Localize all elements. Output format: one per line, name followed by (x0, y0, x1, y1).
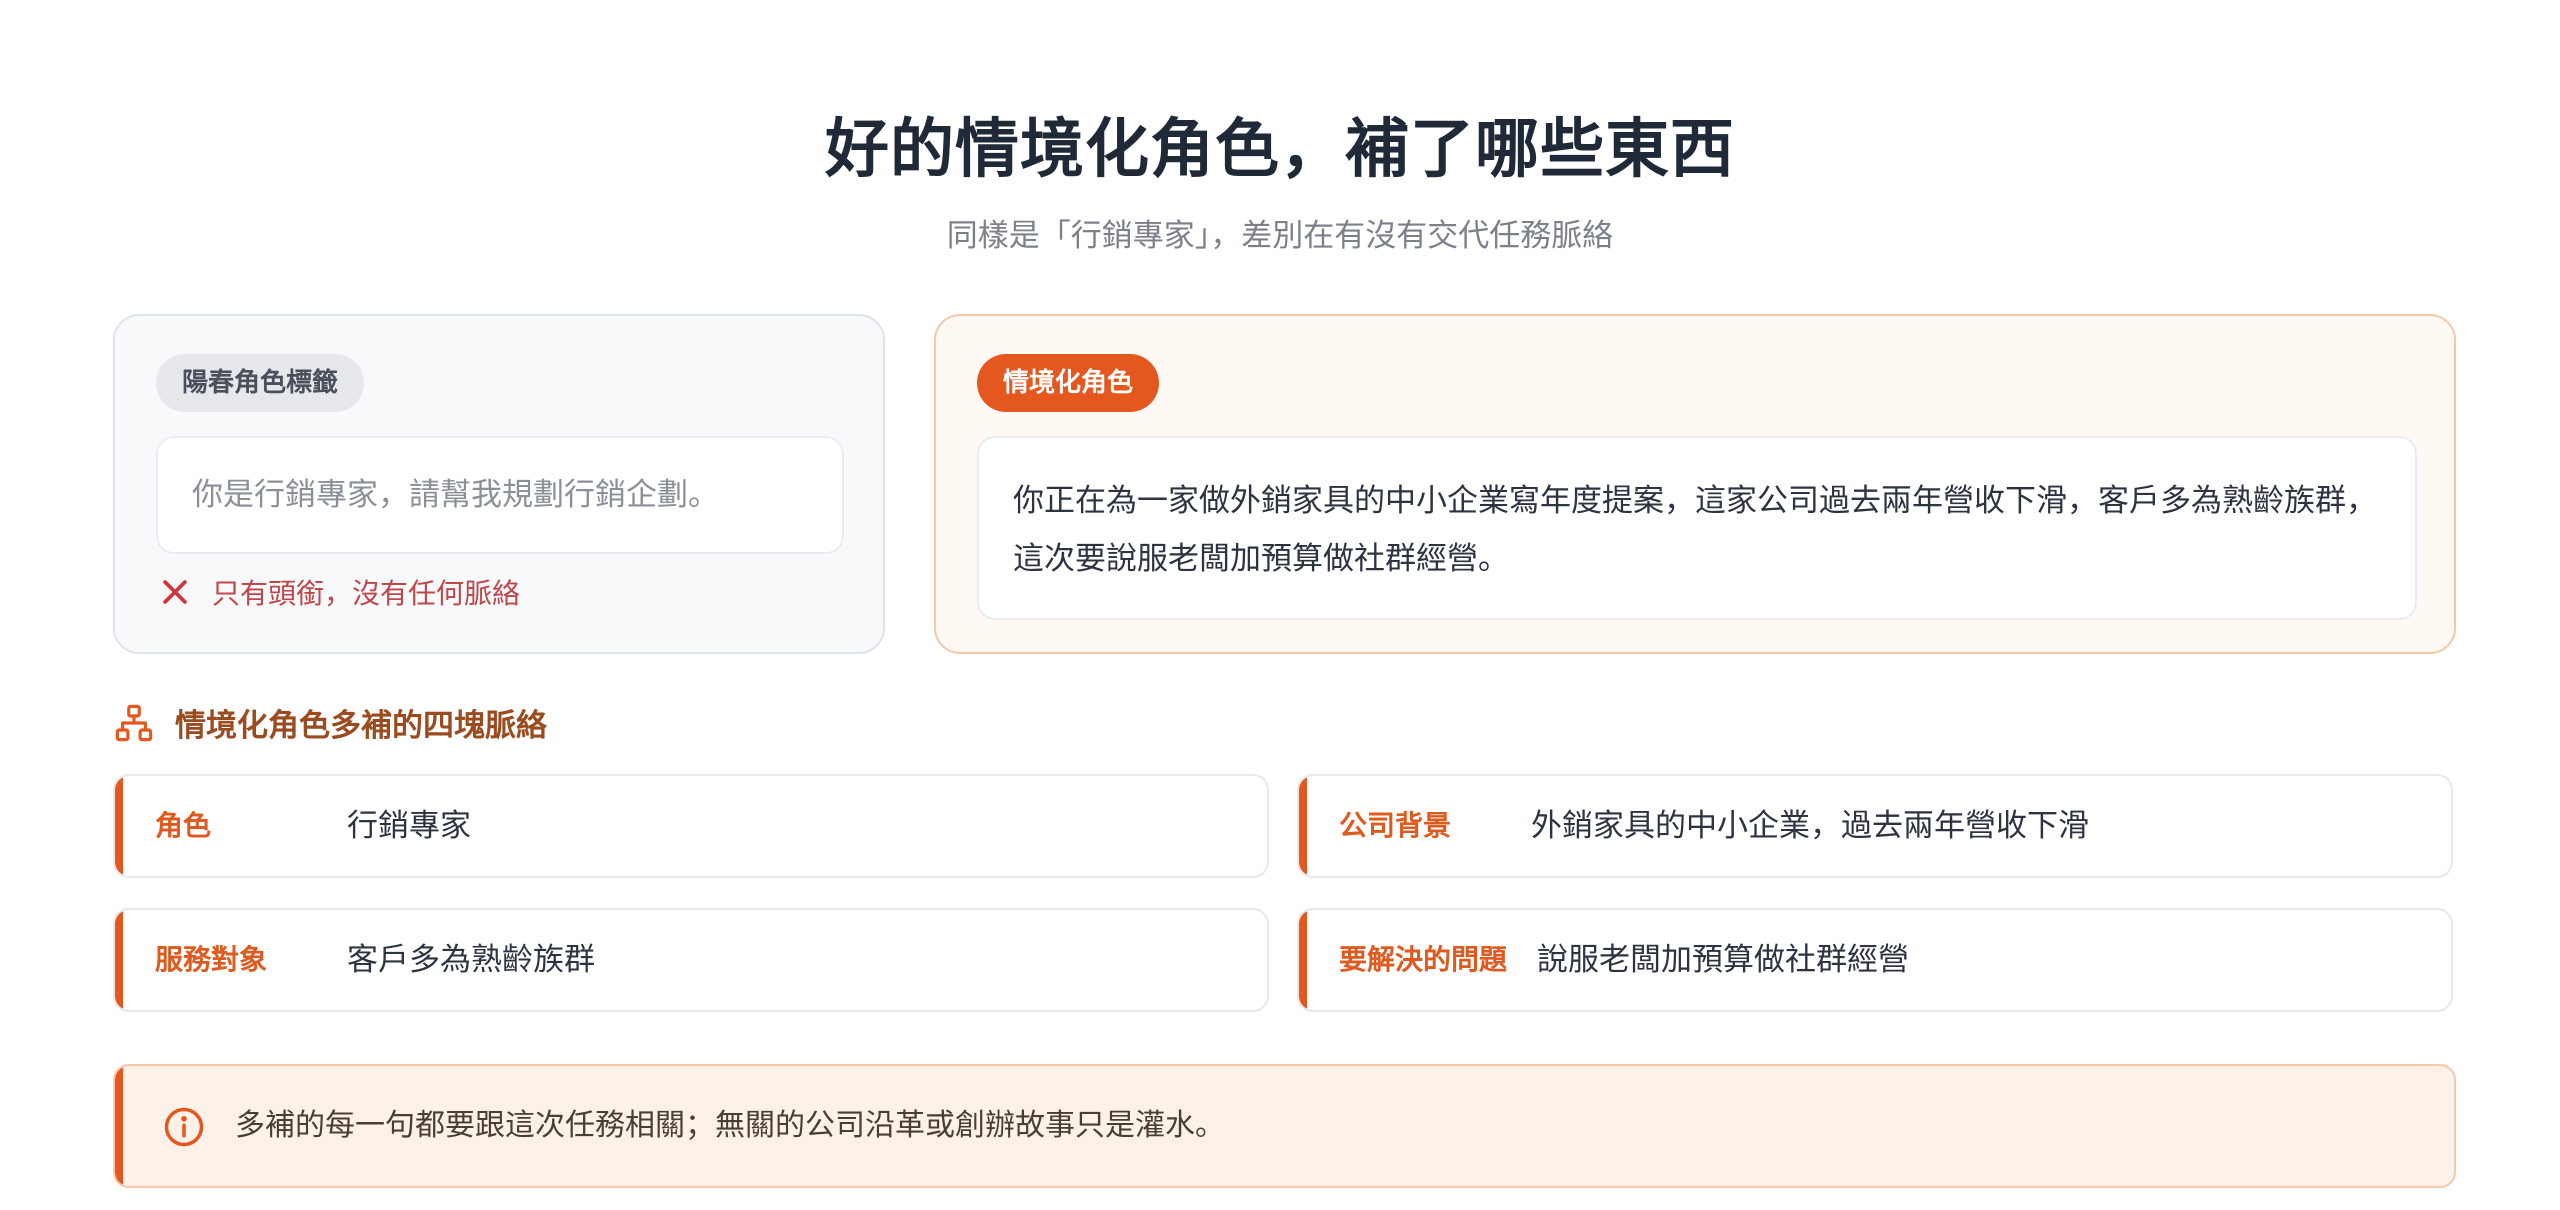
info-banner: 多補的每一句都要跟這次任務相關；無關的公司沿革或創辦故事只是灌水。 (113, 1064, 2456, 1188)
close-icon (163, 580, 187, 604)
plain-role-note-text: 只有頭銜，沒有任何脈絡 (212, 577, 521, 610)
page-subtitle: 同樣是「行銷專家」，差別在有沒有交代任務脈絡 (946, 218, 1614, 254)
context-item-label: 服務對象 (155, 943, 268, 976)
context-item-company-background: 公司背景 外銷家具的中小企業，過去兩年營收下滑 (1297, 774, 2453, 878)
section-heading-text: 情境化角色多補的四塊脈絡 (175, 708, 547, 744)
hierarchy-icon (115, 704, 153, 741)
section-heading: 情境化角色多補的四塊脈絡 (113, 700, 547, 745)
plain-role-card: 陽春角色標籤 你是行銷專家，請幫我規劃行銷企劃。 只有頭銜，沒有任何脈絡 (113, 314, 885, 654)
context-item-label: 要解決的問題 (1339, 943, 1508, 976)
page-title: 好的情境化角色，補了哪些東西 (825, 113, 1735, 187)
context-item-value: 行銷專家 (347, 808, 471, 844)
context-item-label: 角色 (155, 809, 212, 842)
plain-role-badge: 陽春角色標籤 (156, 354, 365, 412)
contextual-role-badge: 情境化角色 (977, 354, 1160, 412)
context-item-value: 說服老闆加預算做社群經營 (1537, 942, 1909, 978)
context-item-audience: 服務對象 客戶多為熟齡族群 (113, 908, 1269, 1012)
info-icon (164, 1107, 204, 1147)
plain-role-note: 只有頭銜，沒有任何脈絡 (158, 572, 520, 612)
context-item-label: 公司背景 (1339, 809, 1452, 842)
contextual-role-prompt: 你正在為一家做外銷家具的中小企業寫年度提案，這家公司過去兩年營收下滑，客戶多為熟… (977, 436, 2417, 620)
context-item-problem: 要解決的問題 說服老闆加預算做社群經營 (1297, 908, 2453, 1012)
context-item-role: 角色 行銷專家 (113, 774, 1269, 878)
page: 好的情境化角色，補了哪些東西 同樣是「行銷專家」，差別在有沒有交代任務脈絡 陽春… (0, 0, 2560, 1210)
contextual-role-card: 情境化角色 你正在為一家做外銷家具的中小企業寫年度提案，這家公司過去兩年營收下滑… (934, 314, 2456, 654)
info-banner-text: 多補的每一句都要跟這次任務相關；無關的公司沿革或創辦故事只是灌水。 (235, 1108, 1225, 1143)
context-item-value: 客戶多為熟齡族群 (347, 942, 595, 978)
plain-role-prompt: 你是行銷專家，請幫我規劃行銷企劃。 (156, 436, 844, 554)
context-item-value: 外銷家具的中小企業，過去兩年營收下滑 (1531, 808, 2089, 844)
